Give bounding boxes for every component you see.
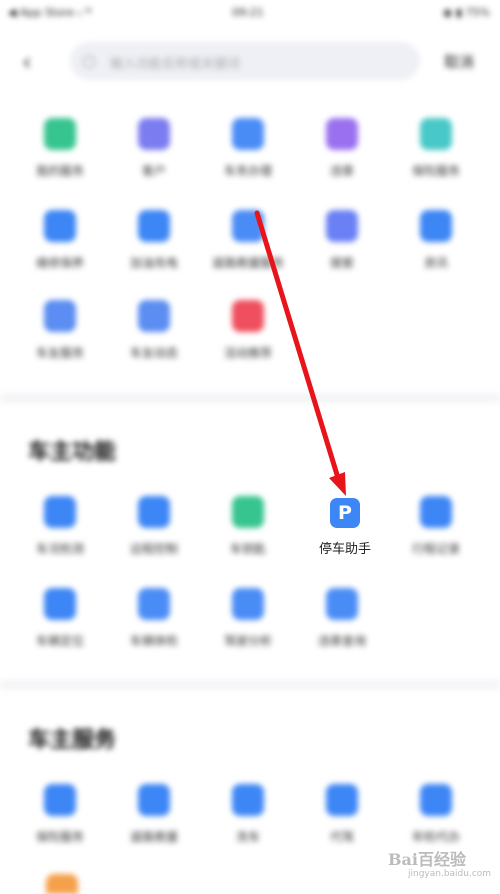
annotation-arrow	[254, 210, 346, 496]
arrow-shaft	[254, 210, 341, 481]
watermark-logo: Bai百经验	[388, 850, 466, 869]
watermark-url: jingyan.baidu.com	[408, 869, 492, 879]
arrow-head	[329, 472, 346, 496]
